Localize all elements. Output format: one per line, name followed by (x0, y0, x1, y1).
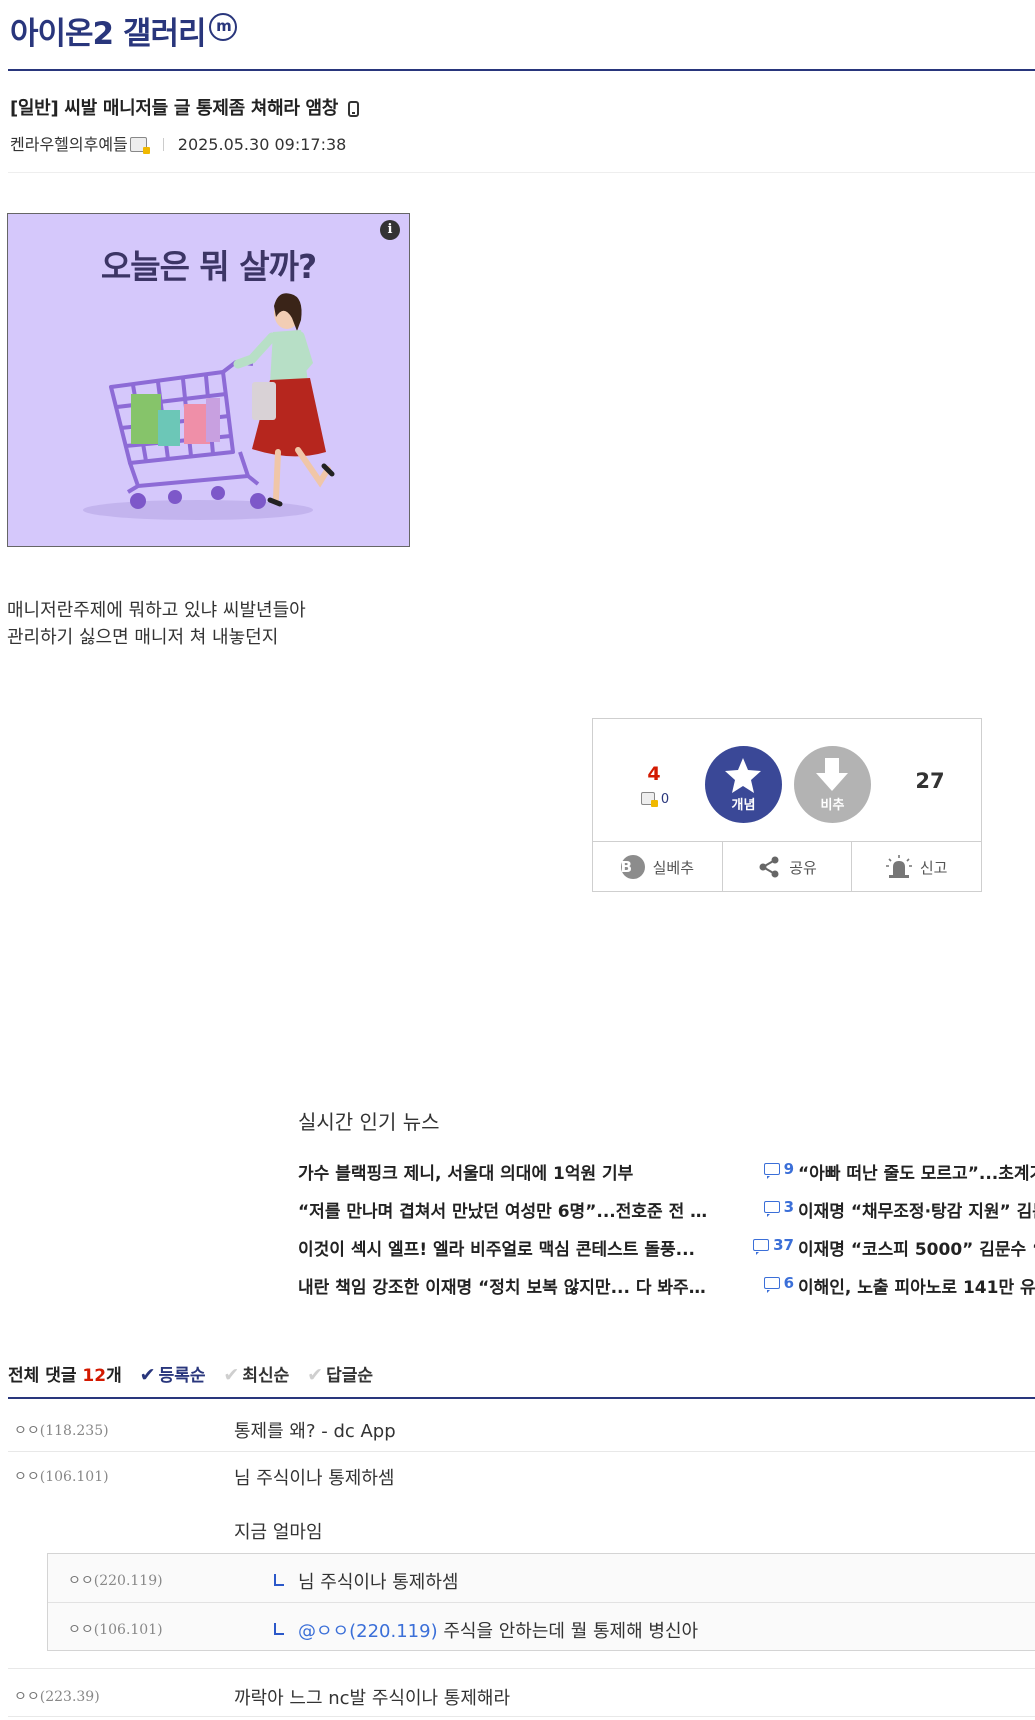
comment-divider (8, 1716, 1035, 1717)
ad-headline: 오늘은 뭐 살까? (100, 247, 317, 286)
news-title-link[interactable]: “아빠 떠난 줄도 모르고”...초계기 (798, 1159, 1035, 1184)
news-title-link[interactable]: 가수 블랙핑크 제니, 서울대 의대에 1억원 기부 (298, 1159, 718, 1184)
check-icon: ✔ (307, 1364, 324, 1386)
best-recommend-button[interactable]: B 실베추 (592, 842, 722, 892)
comments-header: 전체 댓글 12개 ✔ 등록순 ✔ 최신순 ✔ 답글순 (8, 1361, 373, 1386)
news-comment-count[interactable]: 6 (734, 1274, 794, 1293)
post-body-line: 관리하기 싫으면 매니저 쳐 내놓던지 (7, 627, 279, 648)
mobile-icon (348, 101, 360, 117)
comments-unit: 개 (106, 1366, 122, 1386)
news-title-link[interactable]: 이것이 섹시 엘프! 엘라 비주얼로 맥심 콘테스트 돌풍... (298, 1235, 718, 1260)
share-icon (757, 855, 781, 879)
news-item: 가수 블랙핑크 제니, 서울대 의대에 1억원 기부 9 “아빠 떠난 줄도 모… (298, 1152, 1035, 1190)
arrow-down-icon (816, 758, 848, 791)
post-body: 매니저란주제에 뭐하고 있냐 씨발년들아 관리하기 싫으면 매니저 쳐 내놓던지 (7, 597, 306, 651)
downvote-label: 비추 (820, 798, 845, 813)
gallery-title[interactable]: 아이온2 갤러리 m (10, 8, 238, 53)
comment-icon (763, 1201, 780, 1217)
comment-author[interactable]: ㅇㅇ(106.101) (14, 1466, 109, 1486)
post-meta: 켄라우헬의후예들 2025.05.30 09:17:38 (10, 131, 346, 155)
reply-author[interactable]: ㅇㅇ(220.119) (68, 1570, 163, 1590)
sort-latest[interactable]: ✔ 최신순 (223, 1364, 289, 1386)
post-header-divider (8, 172, 1035, 173)
downvote-count: 27 (915, 769, 945, 793)
comments-label: 전체 댓글 (8, 1366, 77, 1386)
ad-info-icon[interactable]: i (380, 220, 400, 240)
upvote-label: 개념 (731, 798, 756, 813)
sort-registered[interactable]: ✔ 등록순 (139, 1364, 206, 1386)
comment-icon (763, 1163, 780, 1179)
news-title-link[interactable]: 이해인, 노출 피아노로 141만 유튜 (798, 1273, 1035, 1298)
news-item: 내란 책임 강조한 이재명 “정치 보복 않지만... 다 봐주는 ... 6 … (298, 1266, 1035, 1304)
reply-arrow-icon (274, 1574, 284, 1586)
news-item: 이것이 섹시 엘프! 엘라 비주얼로 맥심 콘테스트 돌풍... 37 이재명 … (298, 1228, 1035, 1266)
check-icon: ✔ (223, 1364, 240, 1386)
reply-mention[interactable]: @ㅇㅇ(220.119) (298, 1621, 438, 1642)
reply-arrow-icon (274, 1623, 284, 1635)
sort-replies[interactable]: ✔ 답글순 (307, 1364, 373, 1386)
share-button[interactable]: 공유 (721, 842, 852, 892)
report-button[interactable]: 신고 (851, 842, 983, 892)
post-title: [일반] 씨발 매니저들 글 통제좀 쳐해라 앰창 (10, 94, 360, 120)
reply-text: @ㅇㅇ(220.119) 주식을 안하는데 뭘 통제해 병신아 (274, 1617, 698, 1643)
comment-author[interactable]: ㅇㅇ(118.235) (14, 1420, 109, 1440)
reply-divider (48, 1602, 1035, 1603)
post-author[interactable]: 켄라우헬의후예들 (10, 135, 128, 154)
comment-icon (763, 1277, 780, 1293)
fixed-nick-icon (640, 792, 658, 807)
news-comment-count[interactable]: 37 (734, 1236, 794, 1255)
fixed-nick-icon (129, 137, 150, 154)
news-title-link[interactable]: 내란 책임 강조한 이재명 “정치 보복 않지만... 다 봐주는 ... (298, 1273, 718, 1298)
news-heading: 실시간 인기 뉴스 (298, 1110, 440, 1134)
news-list: 가수 블랙핑크 제니, 서울대 의대에 1억원 기부 9 “아빠 떠난 줄도 모… (298, 1152, 1035, 1312)
minor-gallery-icon: m (209, 13, 238, 41)
vote-actions: B 실베추 공유 신고 (592, 841, 983, 892)
news-comment-count[interactable]: 9 (734, 1160, 794, 1179)
star-icon (725, 758, 761, 793)
comment-author[interactable]: ㅇㅇ(223.39) (14, 1686, 100, 1706)
news-comment-count[interactable]: 3 (734, 1198, 794, 1217)
comment-text: 님 주식이나 통제하셈 (234, 1468, 395, 1489)
comments-count: 12 (82, 1366, 107, 1386)
downvote-button[interactable]: 비추 (794, 746, 871, 823)
news-title-link[interactable]: 이재명 “코스피 5000” 김문수 “ (798, 1235, 1035, 1260)
news-title-link[interactable]: 이재명 “채무조정·탕감 지원” 김문 (798, 1197, 1035, 1222)
comment-text: 지금 얼마임 (234, 1522, 323, 1543)
news-item: “저를 만나며 겹쳐서 만났던 여성만 6명”...전호준 전 연... 3 이… (298, 1190, 1035, 1228)
comment-divider (8, 1668, 1035, 1669)
upvote-count: 4 (647, 763, 661, 785)
reply-author[interactable]: ㅇㅇ(106.101) (68, 1619, 163, 1639)
fixed-upvote-count: 0 (593, 792, 715, 807)
news-title-link[interactable]: “저를 만나며 겹쳐서 만났던 여성만 6명”...전호준 전 연... (298, 1197, 718, 1222)
header-divider (8, 69, 1035, 71)
vote-box: 4 0 개념 비추 27 B 실베추 공유 신고 (592, 718, 983, 892)
upvote-button[interactable]: 개념 (705, 746, 782, 823)
siren-icon (885, 855, 912, 879)
reply-text: 님 주식이나 통제하셈 (274, 1568, 458, 1594)
comments-divider (8, 1397, 1035, 1399)
meta-separator (162, 138, 164, 151)
post-datetime: 2025.05.30 09:17:38 (177, 135, 347, 154)
advertisement-banner[interactable]: 오늘은 뭐 살까? i (7, 213, 410, 547)
b-badge-icon: B (620, 855, 645, 879)
comment-text: 까락아 느그 nc발 주식이나 통제해라 (234, 1688, 511, 1709)
comment-divider (8, 1451, 1035, 1452)
comment-text: 통제를 왜? - dc App (234, 1421, 396, 1442)
comment-icon (753, 1239, 770, 1255)
check-icon: ✔ (139, 1364, 156, 1386)
post-body-line: 매니저란주제에 뭐하고 있냐 씨발년들아 (7, 600, 306, 621)
